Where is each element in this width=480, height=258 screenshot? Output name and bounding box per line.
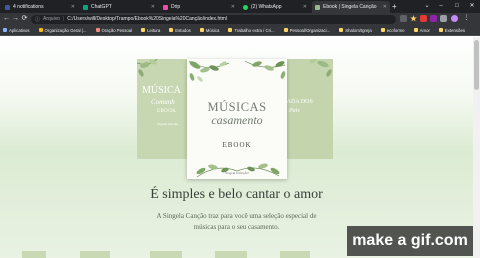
folder-icon (169, 28, 174, 32)
bookmark-extensoes[interactable]: Extensões (438, 27, 465, 33)
bookmark-ecoforme[interactable]: ecoforme (380, 27, 405, 33)
product-thumbnail[interactable] (150, 251, 182, 258)
bookmark-label: ecoforme (386, 27, 405, 33)
close-tab-icon[interactable]: ✕ (300, 4, 307, 10)
tab-title: Drip (171, 4, 181, 10)
address-bar[interactable]: ⓘ Arquivo | C:/Users/will/Desktop/Trampo… (31, 14, 396, 24)
extensions-puzzle-icon[interactable] (440, 15, 447, 22)
tab-title: Ebook | Singela Canção (323, 4, 377, 10)
bookmarks-bar: Aplicativos Organização Geral |... Oraçã… (0, 25, 480, 36)
drip-icon (163, 4, 168, 10)
url-text: C:/Users/will/Desktop/Trampo/Ebook%20Sin… (67, 16, 227, 22)
tab-title: 4 notifications (13, 4, 44, 10)
bookmark-label: Organização Geral |... (44, 27, 87, 33)
address-separator: | (62, 16, 65, 22)
bookmark-label: Amor (419, 27, 430, 33)
hero-headline: É simples e belo cantar o amor (150, 187, 323, 202)
cover-brand: Singela Canção (157, 122, 179, 126)
bookmark-star-icon[interactable] (410, 15, 417, 22)
bookmark-label: Aplicativos (9, 27, 30, 33)
ebook-site-icon (315, 4, 320, 10)
file-info-icon[interactable]: ⓘ (35, 16, 40, 23)
tab-bar: 4 notifications ✕ ChatGPT ✕ Drip ✕ (2) W… (0, 0, 480, 13)
product-thumbnail[interactable] (280, 251, 310, 258)
folder-icon (380, 28, 385, 32)
protocol-label: Arquivo (43, 16, 60, 22)
close-tab-icon[interactable]: ✕ (380, 4, 387, 10)
bookmark-oracao[interactable]: Oração Pessoal (95, 27, 133, 33)
folder-icon (199, 28, 204, 32)
cover-subtitle: Pais (289, 108, 300, 114)
extension-purple-icon[interactable] (430, 15, 437, 22)
cover-subtitle: casamento (211, 113, 263, 127)
close-tab-icon[interactable]: ✕ (148, 4, 155, 10)
scrollbar-thumb[interactable] (474, 40, 479, 90)
folder-icon (438, 28, 443, 32)
bookmark-label: Pessoal/Organizaci... (289, 27, 331, 33)
browser-toolbar: ← → ⟳ ⓘ Arquivo | C:/Users/will/Desktop/… (0, 13, 480, 25)
tab-title: (2) WhatsApp (251, 4, 282, 10)
bookmark-label: Leitura (147, 27, 161, 33)
apps-grid-icon (3, 28, 7, 32)
tab-drip[interactable]: Drip ✕ (160, 1, 238, 13)
new-tab-button[interactable]: + (392, 2, 397, 11)
page-content: MÚSICA Comunh EBOOK Singela Canção TRADA… (0, 37, 473, 258)
extension-red-icon[interactable] (420, 15, 427, 22)
bookmark-label: Oração Pessoal (101, 27, 133, 33)
makeagif-watermark: make a gif.com (347, 226, 473, 256)
facebook-icon (5, 4, 10, 10)
bookmark-label: Extensões (444, 27, 465, 33)
product-thumbnail[interactable] (22, 251, 46, 258)
tab-title: ChatGPT (91, 4, 112, 10)
forward-button[interactable]: → (11, 14, 20, 24)
back-button[interactable]: ← (2, 14, 11, 24)
hero-description: A Singela Canção traz para você uma sele… (156, 212, 317, 231)
bookmark-leitura[interactable]: Leitura (141, 28, 160, 33)
tab-chatgpt[interactable]: ChatGPT ✕ (80, 1, 158, 13)
folder-icon (339, 28, 344, 32)
product-thumbnail[interactable] (215, 251, 247, 258)
folder-icon (413, 28, 418, 32)
bookmark-shalom[interactable]: Shalom/Igreja (339, 28, 372, 33)
chatgpt-icon (83, 4, 88, 10)
drive-icon (38, 28, 43, 32)
bookmark-label: Música (205, 27, 220, 33)
profile-avatar[interactable] (451, 15, 458, 22)
close-window-button[interactable]: ✕ (467, 1, 477, 11)
minimize-button[interactable]: – (436, 1, 446, 11)
ebook-cover-casamento[interactable]: MÚSICAS casamento EBOOK Singela CANÇÃO (187, 59, 287, 179)
bookmark-estudos[interactable]: Estudos (169, 28, 191, 33)
bookmark-pessoal[interactable]: Pessoal/Organizaci... (283, 27, 331, 33)
tab-notifications[interactable]: 4 notifications ✕ (2, 1, 78, 13)
bookmark-apps[interactable]: Aplicativos (3, 28, 30, 33)
share-icon[interactable] (400, 15, 407, 22)
bookmark-organizacao[interactable]: Organização Geral |... (38, 27, 87, 33)
folder-icon (228, 28, 233, 32)
folder-icon (141, 28, 146, 32)
maximize-button[interactable]: □ (452, 1, 462, 11)
bookmark-musica[interactable]: Música (199, 27, 220, 33)
folder-icon (283, 28, 288, 32)
tab-whatsapp[interactable]: (2) WhatsApp ✕ (240, 1, 310, 13)
reload-button[interactable]: ⟳ (20, 14, 29, 24)
cover-subtitle: Comunh (151, 98, 175, 106)
tab-search-icon[interactable]: ⌄ (422, 1, 432, 11)
bookmark-label: Trabalho extra / Cri... (234, 27, 275, 33)
cover-title: MÚSICA (142, 85, 181, 96)
cover-label: EBOOK (222, 141, 252, 149)
cover-label: EBOOK (157, 109, 177, 114)
close-tab-icon[interactable]: ✕ (68, 4, 75, 10)
browser-menu-icon[interactable]: ⋮ (463, 15, 470, 22)
cover-brand: Singela CANÇÃO (225, 171, 249, 175)
bookmark-label: Estudos (175, 27, 191, 33)
product-thumbnail[interactable] (80, 251, 110, 258)
tab-ebook[interactable]: Ebook | Singela Canção ✕ (312, 1, 390, 13)
bookmark-label: Shalom/Igreja (345, 27, 372, 33)
whatsapp-icon (243, 4, 248, 10)
folder-icon (95, 28, 100, 32)
bookmark-amor[interactable]: Amor (413, 27, 430, 33)
close-tab-icon[interactable]: ✕ (228, 4, 235, 10)
bookmark-trabalho[interactable]: Trabalho extra / Cri... (228, 27, 275, 33)
